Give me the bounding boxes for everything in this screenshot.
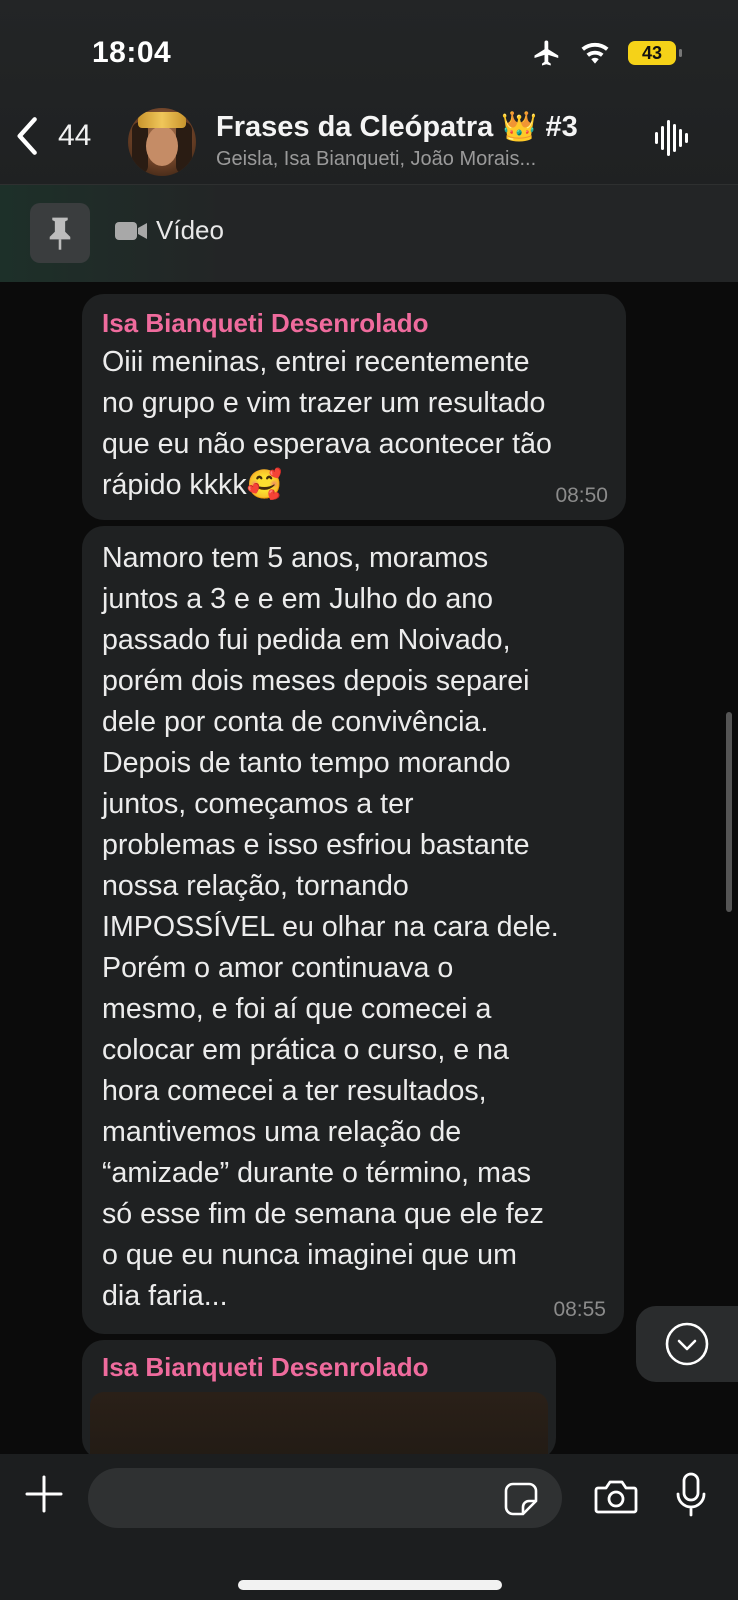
message-composer [0,1454,738,1600]
message-line: “amizade” durante o término, mas [102,1157,532,1189]
message-line: Namoro tem 5 anos, moramos [102,542,489,574]
message-line: problemas e isso esfriou bastante [102,829,530,861]
chevron-down-circle-icon [665,1322,709,1366]
back-button[interactable]: 44 [14,116,91,156]
plus-icon [25,1475,63,1513]
sender-name[interactable]: Isa Bianqueti Desenrolado [102,1352,429,1383]
scroll-to-bottom-button[interactable] [636,1306,738,1382]
chat-header-area: 18:04 43 44 Frases da Cleópatra 👑 #3 Gei… [0,0,738,282]
chevron-left-icon [17,117,37,155]
message-line: Depois de tanto tempo morando [102,747,511,779]
voice-chat-button[interactable] [654,118,690,163]
message-line: hora comecei a ter resultados, [102,1075,487,1107]
status-icons: 43 [532,38,682,68]
status-time: 18:04 [92,36,172,69]
message-line: rápido kkkk🥰 [102,469,283,501]
message-line: passado fui pedida em Noivado, [102,624,511,656]
message-bubble[interactable]: Isa Bianqueti Desenrolado [82,1340,556,1460]
pinned-text: Vídeo [156,215,224,245]
message-line: no grupo e vim trazer um resultado [102,387,546,419]
message-bubble[interactable]: Namoro tem 5 anos, moramos juntos a 3 e … [82,526,624,1334]
message-text: Oiii meninas, entrei recentemente no gru… [102,342,552,506]
message-line: nossa relação, tornando [102,870,409,902]
message-input[interactable] [88,1468,562,1528]
message-text: Namoro tem 5 anos, moramos juntos a 3 e … [102,538,559,1317]
status-bar: 18:04 43 [0,0,738,100]
sticker-button[interactable] [504,1482,538,1521]
chat-members[interactable]: Geisla, Isa Bianqueti, João Morais... [216,148,596,171]
camera-button[interactable] [594,1478,638,1521]
message-line: IMPOSSÍVEL eu olhar na cara dele. [102,911,559,943]
message-line: juntos, começamos a ter [102,788,414,820]
home-indicator [238,1580,502,1590]
message-line: Oiii meninas, entrei recentemente [102,346,530,378]
airplane-icon [534,40,559,66]
group-avatar[interactable] [128,108,196,176]
message-time: 08:50 [555,484,608,507]
microphone-icon [676,1472,706,1517]
media-thumbnail[interactable] [90,1392,548,1460]
scroll-indicator[interactable] [726,712,732,912]
pinned-message-bar[interactable]: Vídeo [0,184,738,282]
message-line: o que eu nunca imaginei que um [102,1239,517,1271]
microphone-button[interactable] [674,1472,708,1523]
wifi-icon [581,42,609,64]
message-line: porém dois meses depois separei [102,665,530,697]
attach-button[interactable] [24,1474,64,1519]
message-line: dele por conta de convivência. [102,706,489,738]
pin-icon-box [30,203,90,263]
message-line: mantivemos uma relação de [102,1116,462,1148]
message-line: colocar em prática o curso, e na [102,1034,509,1066]
chat-title[interactable]: Frases da Cleópatra 👑 #3 [216,110,578,144]
sticker-icon [504,1482,538,1516]
battery-level: 43 [641,42,663,63]
sender-name[interactable]: Isa Bianqueti Desenrolado [102,308,429,339]
message-line: Porém o amor continuava o [102,952,454,984]
unread-count: 44 [58,119,92,152]
chat-nav-bar: 44 Frases da Cleópatra 👑 #3 Geisla, Isa … [0,100,738,184]
video-camera-icon [115,221,147,240]
message-time: 08:55 [553,1298,606,1321]
message-line: que eu não esperava acontecer tão [102,428,552,460]
waveform-icon [655,120,688,156]
message-line: só esse fim de semana que ele fez [102,1198,544,1230]
message-line: juntos a 3 e e em Julho do ano [102,583,494,615]
message-line: mesmo, e foi aí que comecei a [102,993,492,1025]
pinned-label: Vídeo [114,215,224,246]
message-line: dia faria... [102,1280,228,1312]
pin-icon [49,217,71,250]
message-bubble[interactable]: Isa Bianqueti Desenrolado Oiii meninas, … [82,294,626,520]
camera-icon [594,1480,638,1514]
battery-icon: 43 [628,41,682,65]
